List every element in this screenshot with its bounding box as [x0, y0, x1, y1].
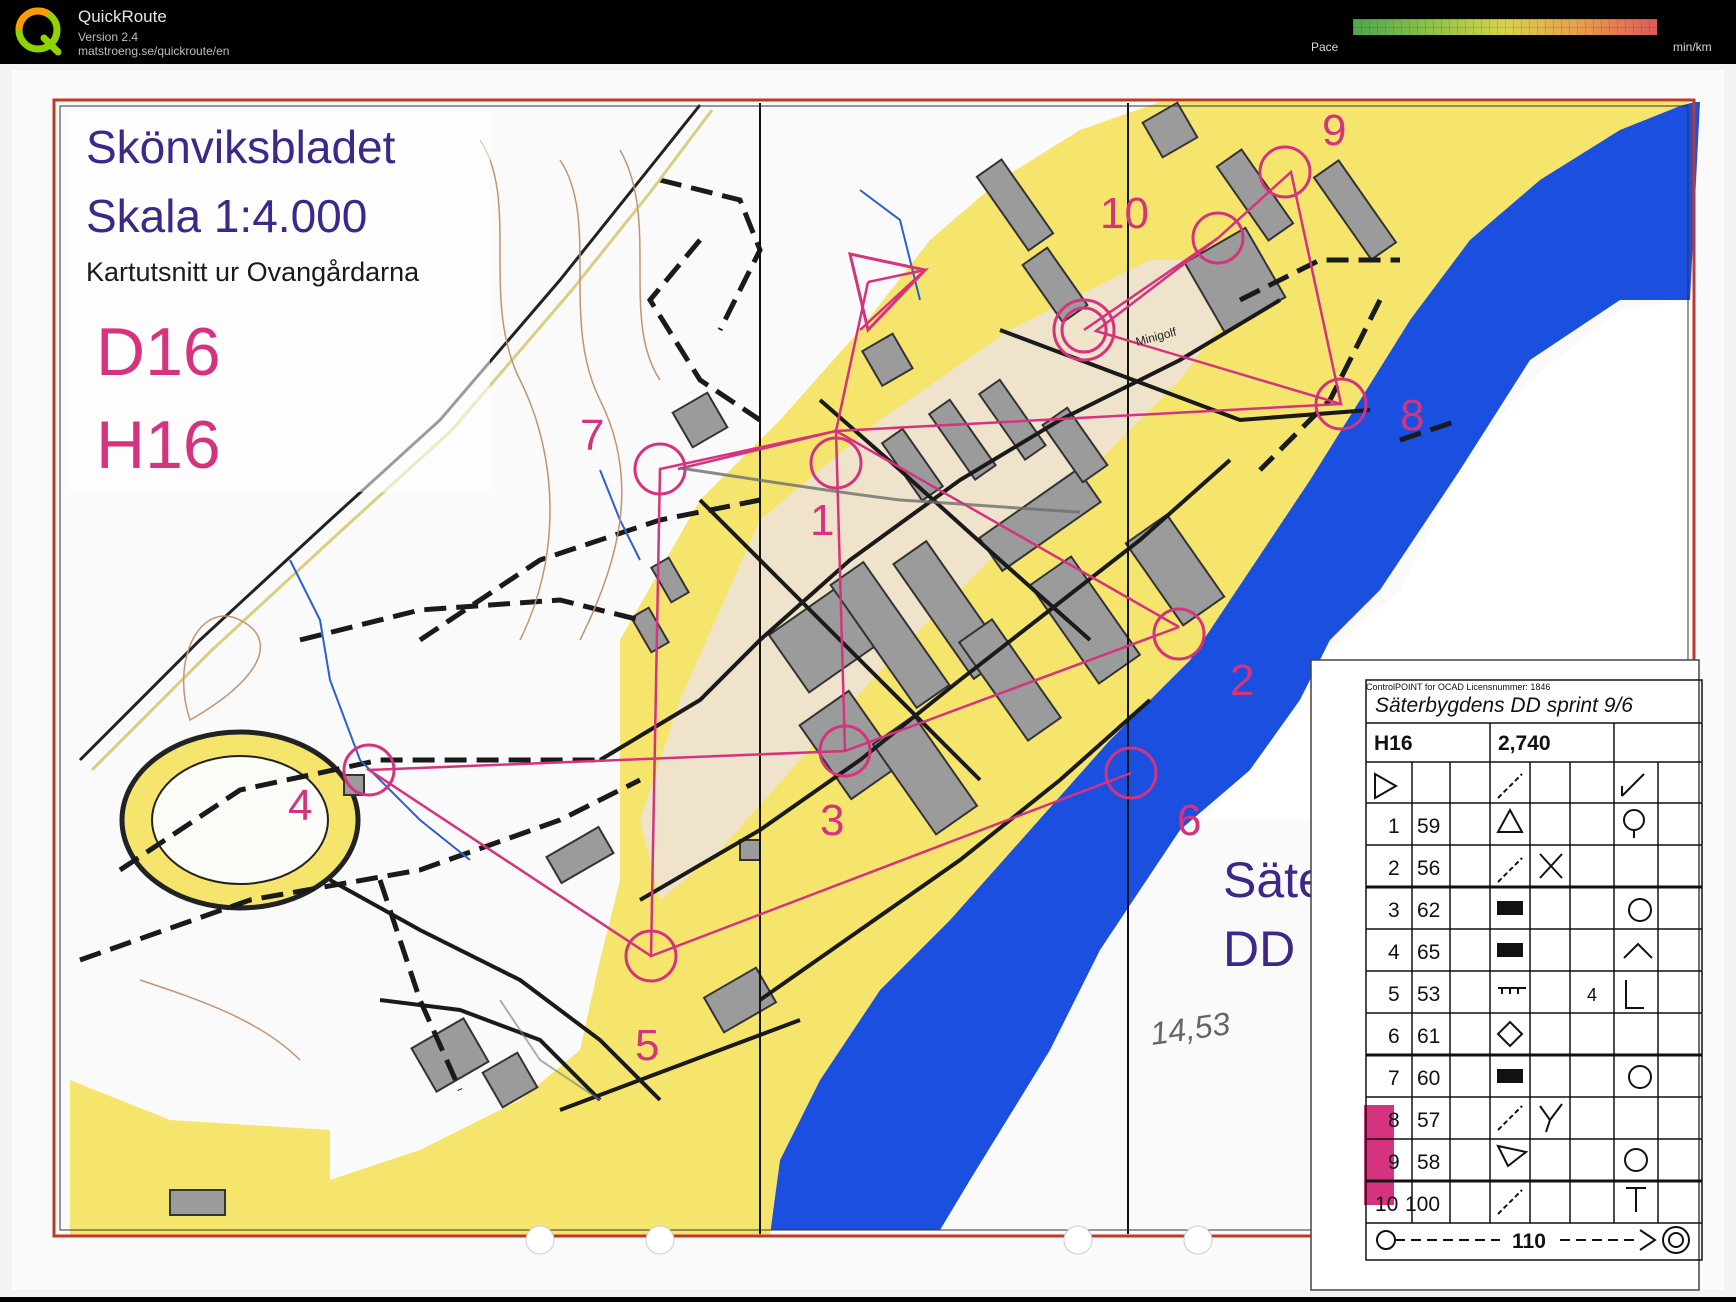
control-number-2: 2 [1230, 656, 1254, 705]
pace-color-scale [1353, 19, 1657, 35]
quickroute-logo-icon [15, 7, 62, 56]
pace-unit-label: min/km [1673, 40, 1712, 54]
control-number-9: 9 [1322, 106, 1346, 155]
orienteering-map[interactable]: 1 2 3 4 5 6 7 8 9 10 Skönviksbladet Skal… [0, 64, 1736, 1297]
app-header: QuickRoute Version 2.4 matstroeng.se/qui… [0, 0, 1736, 64]
control-number-5: 5 [635, 1021, 659, 1070]
pace-label: Pace [1311, 40, 1339, 54]
class-label-d16: D16 [96, 314, 221, 390]
control-number-4: 4 [288, 781, 312, 830]
control-number-3: 3 [820, 796, 844, 845]
map-scale: Skala 1:4.000 [86, 190, 367, 242]
map-title: Skönviksbladet [86, 121, 396, 173]
app-url[interactable]: matstroeng.se/quickroute/en [78, 44, 229, 58]
app-name: QuickRoute [78, 7, 167, 26]
control-number-6: 6 [1177, 796, 1201, 845]
class-label-h16: H16 [96, 407, 221, 483]
control-number-1: 1 [810, 496, 834, 545]
app-version: Version 2.4 [78, 30, 139, 44]
map-viewport[interactable]: 1 2 3 4 5 6 7 8 9 10 Skönviksbladet Skal… [0, 64, 1736, 1297]
event-text-partial-1: Säte [1223, 852, 1326, 908]
control-number-10: 10 [1100, 189, 1149, 238]
control-number-8: 8 [1400, 391, 1424, 440]
control-number-7: 7 [580, 411, 604, 460]
event-text-partial-2: DD [1223, 921, 1295, 977]
map-subtitle: Kartutsnitt ur Ovangårdarna [86, 257, 420, 287]
